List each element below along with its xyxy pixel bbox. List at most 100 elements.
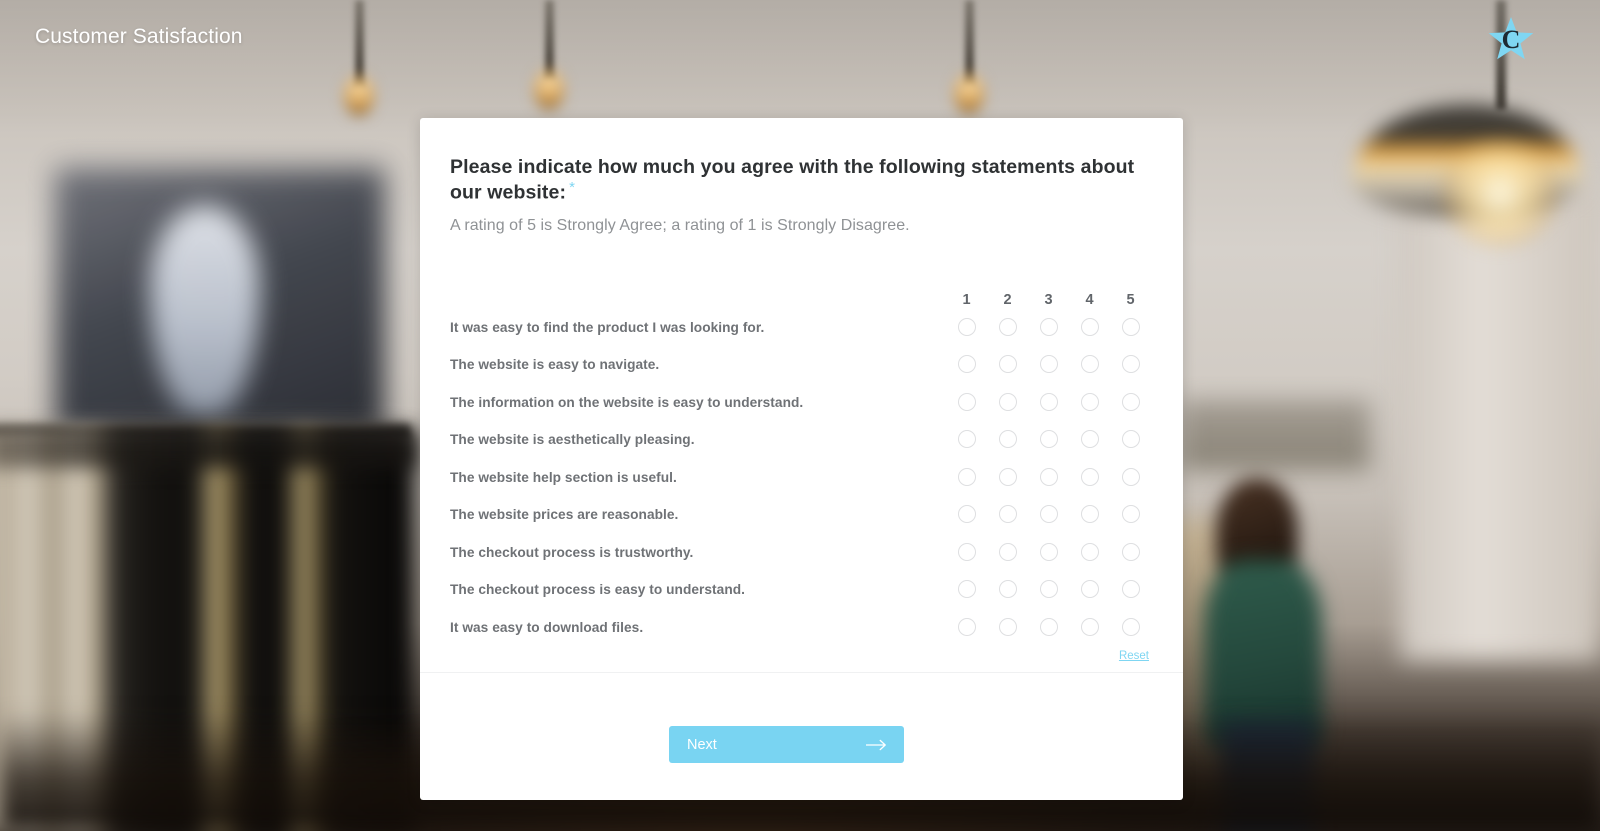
radio-option-1[interactable] <box>957 317 976 336</box>
radio-option-3[interactable] <box>1039 392 1058 411</box>
radio-option-4[interactable] <box>1080 392 1099 411</box>
radio-option-2[interactable] <box>998 317 1017 336</box>
radio-cell-3[interactable] <box>1028 496 1069 534</box>
radio-cell-3[interactable] <box>1028 346 1069 384</box>
radio-option-1[interactable] <box>957 355 976 374</box>
radio-option-2[interactable] <box>998 467 1017 486</box>
radio-cell-3[interactable] <box>1028 458 1069 496</box>
radio-option-5[interactable] <box>1121 505 1140 524</box>
radio-option-4[interactable] <box>1080 542 1099 561</box>
radio-option-5[interactable] <box>1121 580 1140 599</box>
radio-cell-5[interactable] <box>1110 496 1151 534</box>
radio-cell-1[interactable] <box>946 383 987 421</box>
radio-cell-1[interactable] <box>946 496 987 534</box>
radio-cell-4[interactable] <box>1069 421 1110 459</box>
radio-cell-3[interactable] <box>1028 533 1069 571</box>
radio-option-2[interactable] <box>998 542 1017 561</box>
radio-cell-3[interactable] <box>1028 308 1069 346</box>
radio-cell-1[interactable] <box>946 571 987 609</box>
radio-cell-5[interactable] <box>1110 421 1151 459</box>
radio-option-4[interactable] <box>1080 617 1099 636</box>
radio-option-1[interactable] <box>957 467 976 486</box>
radio-option-2[interactable] <box>998 617 1017 636</box>
matrix-row: The website help section is useful. <box>450 458 1151 496</box>
radio-option-1[interactable] <box>957 617 976 636</box>
radio-option-2[interactable] <box>998 355 1017 374</box>
radio-cell-1[interactable] <box>946 346 987 384</box>
radio-cell-4[interactable] <box>1069 571 1110 609</box>
radio-cell-2[interactable] <box>987 383 1028 421</box>
radio-cell-4[interactable] <box>1069 533 1110 571</box>
radio-option-3[interactable] <box>1039 617 1058 636</box>
radio-option-1[interactable] <box>957 392 976 411</box>
radio-option-4[interactable] <box>1080 317 1099 336</box>
radio-cell-4[interactable] <box>1069 308 1110 346</box>
radio-option-4[interactable] <box>1080 467 1099 486</box>
radio-option-3[interactable] <box>1039 430 1058 449</box>
matrix-row: The website is easy to navigate. <box>450 346 1151 384</box>
radio-option-4[interactable] <box>1080 355 1099 374</box>
radio-cell-5[interactable] <box>1110 346 1151 384</box>
radio-option-3[interactable] <box>1039 467 1058 486</box>
radio-cell-2[interactable] <box>987 421 1028 459</box>
radio-option-5[interactable] <box>1121 430 1140 449</box>
radio-cell-3[interactable] <box>1028 608 1069 646</box>
radio-option-4[interactable] <box>1080 430 1099 449</box>
radio-cell-2[interactable] <box>987 346 1028 384</box>
reset-link[interactable]: Reset <box>1119 650 1151 662</box>
radio-cell-2[interactable] <box>987 533 1028 571</box>
radio-option-5[interactable] <box>1121 617 1140 636</box>
rating-matrix: 1 2 3 4 5 It was easy to find the produc… <box>450 272 1151 646</box>
radio-option-5[interactable] <box>1121 467 1140 486</box>
radio-option-5[interactable] <box>1121 542 1140 561</box>
radio-cell-5[interactable] <box>1110 383 1151 421</box>
radio-cell-2[interactable] <box>987 571 1028 609</box>
matrix-row: The website is aesthetically pleasing. <box>450 421 1151 459</box>
radio-option-1[interactable] <box>957 430 976 449</box>
matrix-body: It was easy to find the product I was lo… <box>450 308 1151 646</box>
radio-cell-5[interactable] <box>1110 458 1151 496</box>
radio-option-4[interactable] <box>1080 505 1099 524</box>
radio-option-5[interactable] <box>1121 317 1140 336</box>
radio-cell-2[interactable] <box>987 308 1028 346</box>
radio-option-3[interactable] <box>1039 580 1058 599</box>
radio-option-2[interactable] <box>998 392 1017 411</box>
radio-cell-3[interactable] <box>1028 383 1069 421</box>
radio-cell-5[interactable] <box>1110 308 1151 346</box>
radio-cell-4[interactable] <box>1069 496 1110 534</box>
radio-cell-1[interactable] <box>946 308 987 346</box>
radio-cell-5[interactable] <box>1110 533 1151 571</box>
radio-option-3[interactable] <box>1039 505 1058 524</box>
radio-option-3[interactable] <box>1039 355 1058 374</box>
required-indicator: * <box>569 179 575 196</box>
radio-cell-5[interactable] <box>1110 608 1151 646</box>
radio-option-4[interactable] <box>1080 580 1099 599</box>
radio-cell-3[interactable] <box>1028 571 1069 609</box>
radio-option-5[interactable] <box>1121 355 1140 374</box>
radio-option-1[interactable] <box>957 580 976 599</box>
radio-cell-4[interactable] <box>1069 383 1110 421</box>
matrix-row: The information on the website is easy t… <box>450 383 1151 421</box>
radio-cell-1[interactable] <box>946 533 987 571</box>
next-button[interactable]: Next <box>669 726 904 763</box>
radio-cell-2[interactable] <box>987 458 1028 496</box>
radio-option-1[interactable] <box>957 505 976 524</box>
radio-cell-4[interactable] <box>1069 458 1110 496</box>
radio-cell-4[interactable] <box>1069 346 1110 384</box>
radio-cell-5[interactable] <box>1110 571 1151 609</box>
radio-option-1[interactable] <box>957 542 976 561</box>
radio-option-3[interactable] <box>1039 317 1058 336</box>
radio-cell-1[interactable] <box>946 421 987 459</box>
scale-header-5: 5 <box>1126 292 1135 309</box>
radio-cell-1[interactable] <box>946 458 987 496</box>
radio-cell-1[interactable] <box>946 608 987 646</box>
radio-cell-3[interactable] <box>1028 421 1069 459</box>
radio-option-2[interactable] <box>998 430 1017 449</box>
radio-option-3[interactable] <box>1039 542 1058 561</box>
radio-option-2[interactable] <box>998 505 1017 524</box>
radio-cell-4[interactable] <box>1069 608 1110 646</box>
radio-cell-2[interactable] <box>987 496 1028 534</box>
radio-option-2[interactable] <box>998 580 1017 599</box>
radio-cell-2[interactable] <box>987 608 1028 646</box>
radio-option-5[interactable] <box>1121 392 1140 411</box>
